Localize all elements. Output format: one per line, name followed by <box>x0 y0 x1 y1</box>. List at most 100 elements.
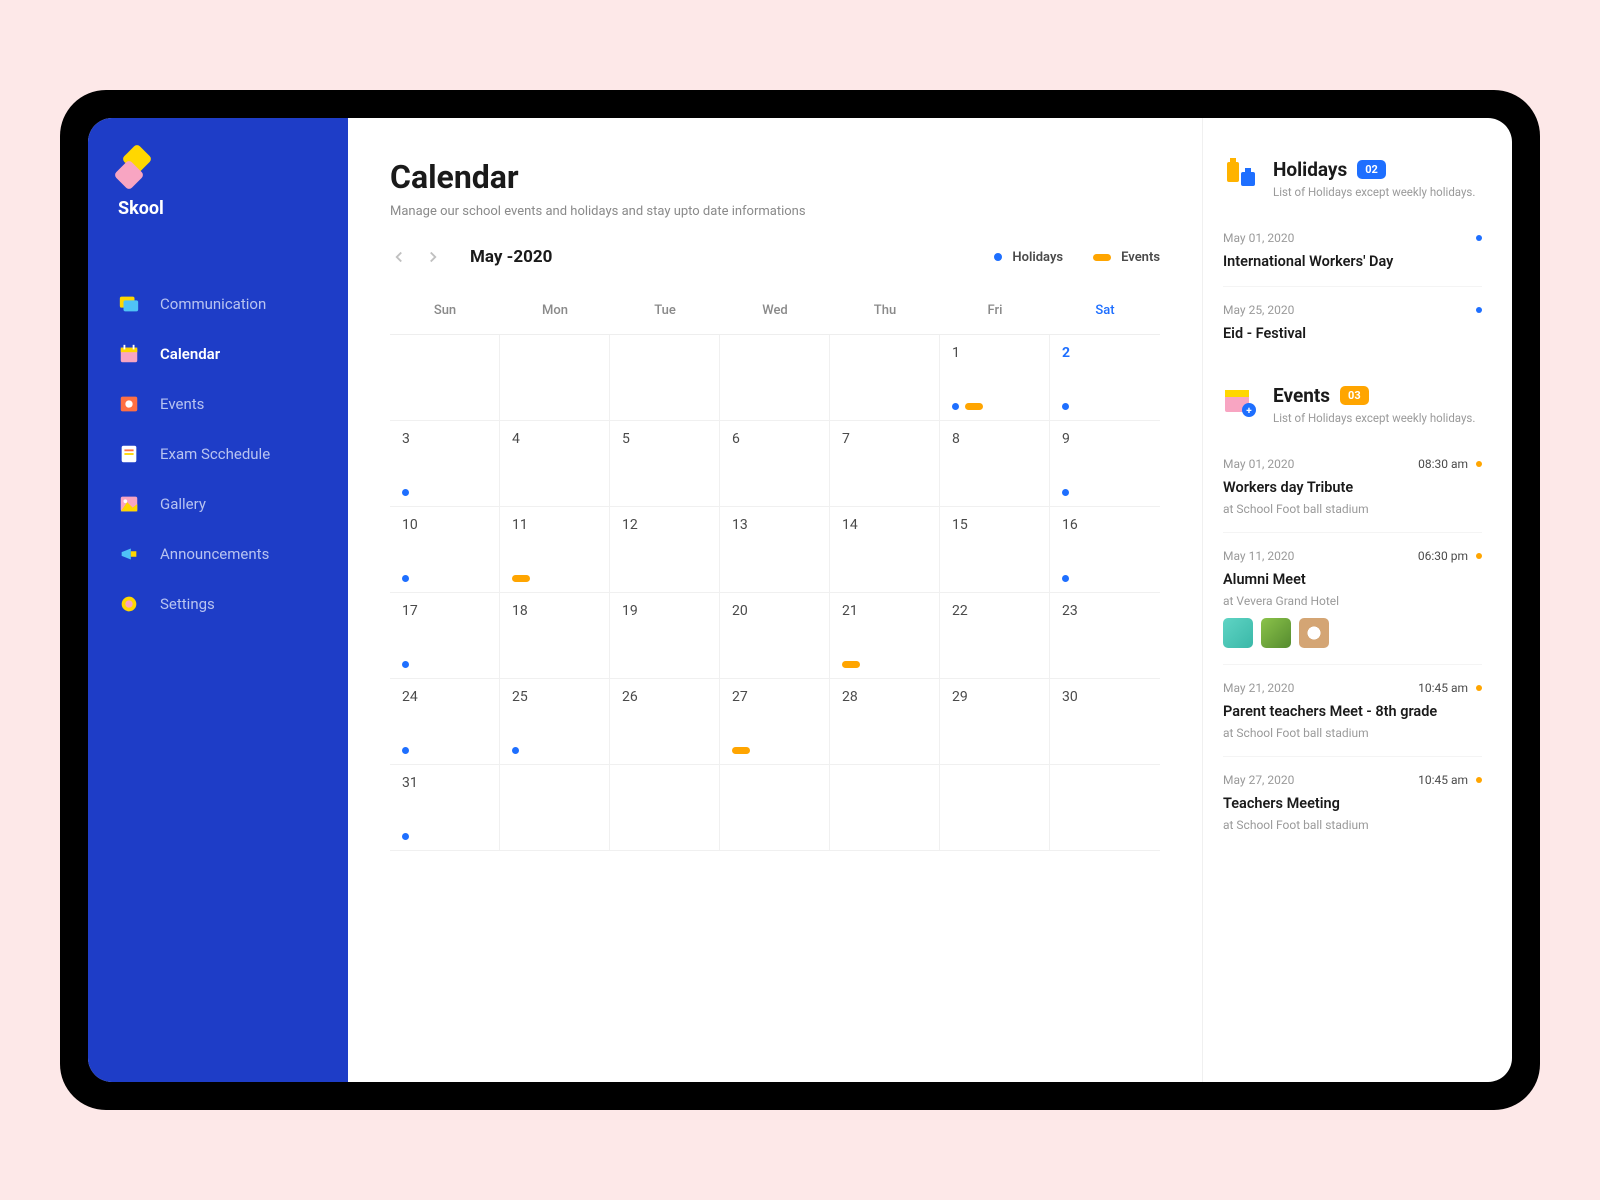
event-location: at School Foot ball stadium <box>1223 726 1482 740</box>
calendar-cell <box>390 335 500 421</box>
calendar-cell[interactable]: 18 <box>500 593 610 679</box>
event-title: Parent teachers Meet - 8th grade <box>1223 703 1482 720</box>
calendar-cell[interactable]: 6 <box>720 421 830 507</box>
calendar-cell[interactable]: 20 <box>720 593 830 679</box>
sidebar-item-communication[interactable]: Communication <box>88 279 348 329</box>
day-number: 17 <box>402 603 487 619</box>
event-location: at Vevera Grand Hotel <box>1223 594 1482 608</box>
calendar-cell[interactable]: 25 <box>500 679 610 765</box>
day-number: 8 <box>952 431 1037 447</box>
event-dot-icon <box>1476 685 1482 691</box>
day-head: Tue <box>610 287 720 334</box>
day-number: 3 <box>402 431 487 447</box>
sidebar-item-exam[interactable]: Exam Scchedule <box>88 429 348 479</box>
calendar-cell[interactable]: 30 <box>1050 679 1160 765</box>
calendar-cell <box>500 335 610 421</box>
calendar-cell[interactable]: 22 <box>940 593 1050 679</box>
event-item[interactable]: May 27, 202010:45 am Teachers Meetingat … <box>1223 757 1482 848</box>
event-date: May 21, 2020 <box>1223 681 1294 695</box>
calendar-cell[interactable]: 28 <box>830 679 940 765</box>
day-number: 10 <box>402 517 487 533</box>
event-item[interactable]: May 21, 202010:45 am Parent teachers Mee… <box>1223 665 1482 757</box>
calendar-cell[interactable]: 19 <box>610 593 720 679</box>
event-item[interactable]: May 01, 202008:30 am Workers day Tribute… <box>1223 441 1482 533</box>
calendar-cell[interactable]: 3 <box>390 421 500 507</box>
calendar-cell[interactable]: 9 <box>1050 421 1160 507</box>
day-number: 29 <box>952 689 1037 705</box>
holiday-date: May 01, 2020 <box>1223 231 1294 245</box>
calendar-cell[interactable]: 13 <box>720 507 830 593</box>
calendar-cell[interactable]: 15 <box>940 507 1050 593</box>
chat-icon <box>118 293 140 315</box>
event-marker-icon <box>842 661 860 668</box>
sidebar-item-events[interactable]: Events <box>88 379 348 429</box>
calendar-cell[interactable]: 5 <box>610 421 720 507</box>
event-item[interactable]: May 11, 202006:30 pm Alumni Meetat Vever… <box>1223 533 1482 665</box>
holiday-marker-icon <box>402 833 409 840</box>
holidays-section-sub: List of Holidays except weekly holidays. <box>1273 185 1482 199</box>
calendar-cell[interactable]: 8 <box>940 421 1050 507</box>
calendar-cell[interactable]: 26 <box>610 679 720 765</box>
day-number: 5 <box>622 431 707 447</box>
holiday-item[interactable]: May 01, 2020 International Workers' Day <box>1223 215 1482 287</box>
calendar-cell[interactable]: 23 <box>1050 593 1160 679</box>
day-headers: SunMonTueWedThuFriSat <box>390 287 1160 335</box>
holidays-icon <box>1223 158 1259 194</box>
calendar-cell[interactable]: 29 <box>940 679 1050 765</box>
calendar-cell[interactable]: 12 <box>610 507 720 593</box>
sidebar-item-settings[interactable]: Settings <box>88 579 348 629</box>
sidebar-nav: Communication Calendar Events Exam Scche… <box>88 259 348 629</box>
event-dot-icon <box>1476 553 1482 559</box>
day-head: Sun <box>390 287 500 334</box>
event-title: Teachers Meeting <box>1223 795 1482 812</box>
event-date: May 01, 2020 <box>1223 457 1294 471</box>
legend-events: Events <box>1121 250 1160 265</box>
calendar-cell[interactable]: 31 <box>390 765 500 851</box>
calendar-cell[interactable]: 10 <box>390 507 500 593</box>
calendar-cell[interactable]: 14 <box>830 507 940 593</box>
holidays-section-title: Holidays <box>1273 158 1347 181</box>
calendar-cell <box>610 765 720 851</box>
day-number: 9 <box>1062 431 1148 447</box>
calendar-cell[interactable]: 17 <box>390 593 500 679</box>
calendar-legend: Holidays Events <box>994 250 1160 265</box>
sidebar-item-calendar[interactable]: Calendar <box>88 329 348 379</box>
day-number: 16 <box>1062 517 1148 533</box>
calendar-cell[interactable]: 27 <box>720 679 830 765</box>
event-date: May 27, 2020 <box>1223 773 1294 787</box>
event-bar-icon <box>1093 254 1111 261</box>
legend-holidays: Holidays <box>1012 250 1063 265</box>
next-month-button[interactable] <box>424 248 442 266</box>
holiday-marker-icon <box>402 575 409 582</box>
day-number: 24 <box>402 689 487 705</box>
calendar-cell[interactable]: 4 <box>500 421 610 507</box>
calendar-cell[interactable]: 16 <box>1050 507 1160 593</box>
logo-icon <box>118 148 318 186</box>
event-time: 06:30 pm <box>1418 549 1482 563</box>
day-number: 27 <box>732 689 817 705</box>
holiday-item[interactable]: May 25, 2020Eid - Festival <box>1223 287 1482 358</box>
calendar-cell <box>720 335 830 421</box>
thumbnail <box>1223 618 1253 648</box>
calendar-cell[interactable]: 1 <box>940 335 1050 421</box>
events-section-title: Events <box>1273 384 1330 407</box>
sidebar-item-label: Gallery <box>160 495 206 513</box>
calendar-cell[interactable]: 7 <box>830 421 940 507</box>
calendar-cell <box>1050 765 1160 851</box>
holiday-date: May 25, 2020 <box>1223 303 1294 317</box>
gear-icon <box>118 593 140 615</box>
sidebar-item-announcements[interactable]: Announcements <box>88 529 348 579</box>
event-marker-icon <box>965 403 983 410</box>
event-marker-icon <box>512 575 530 582</box>
calendar-cell[interactable]: 2 <box>1050 335 1160 421</box>
calendar-cell[interactable]: 24 <box>390 679 500 765</box>
sidebar-item-gallery[interactable]: Gallery <box>88 479 348 529</box>
holiday-title: International Workers' Day <box>1223 253 1482 270</box>
calendar-cell[interactable]: 11 <box>500 507 610 593</box>
calendar-cell[interactable]: 21 <box>830 593 940 679</box>
day-number: 6 <box>732 431 817 447</box>
prev-month-button[interactable] <box>390 248 408 266</box>
day-number: 1 <box>952 345 1037 361</box>
events-count-badge: 03 <box>1340 386 1369 405</box>
day-head: Sat <box>1050 287 1160 334</box>
